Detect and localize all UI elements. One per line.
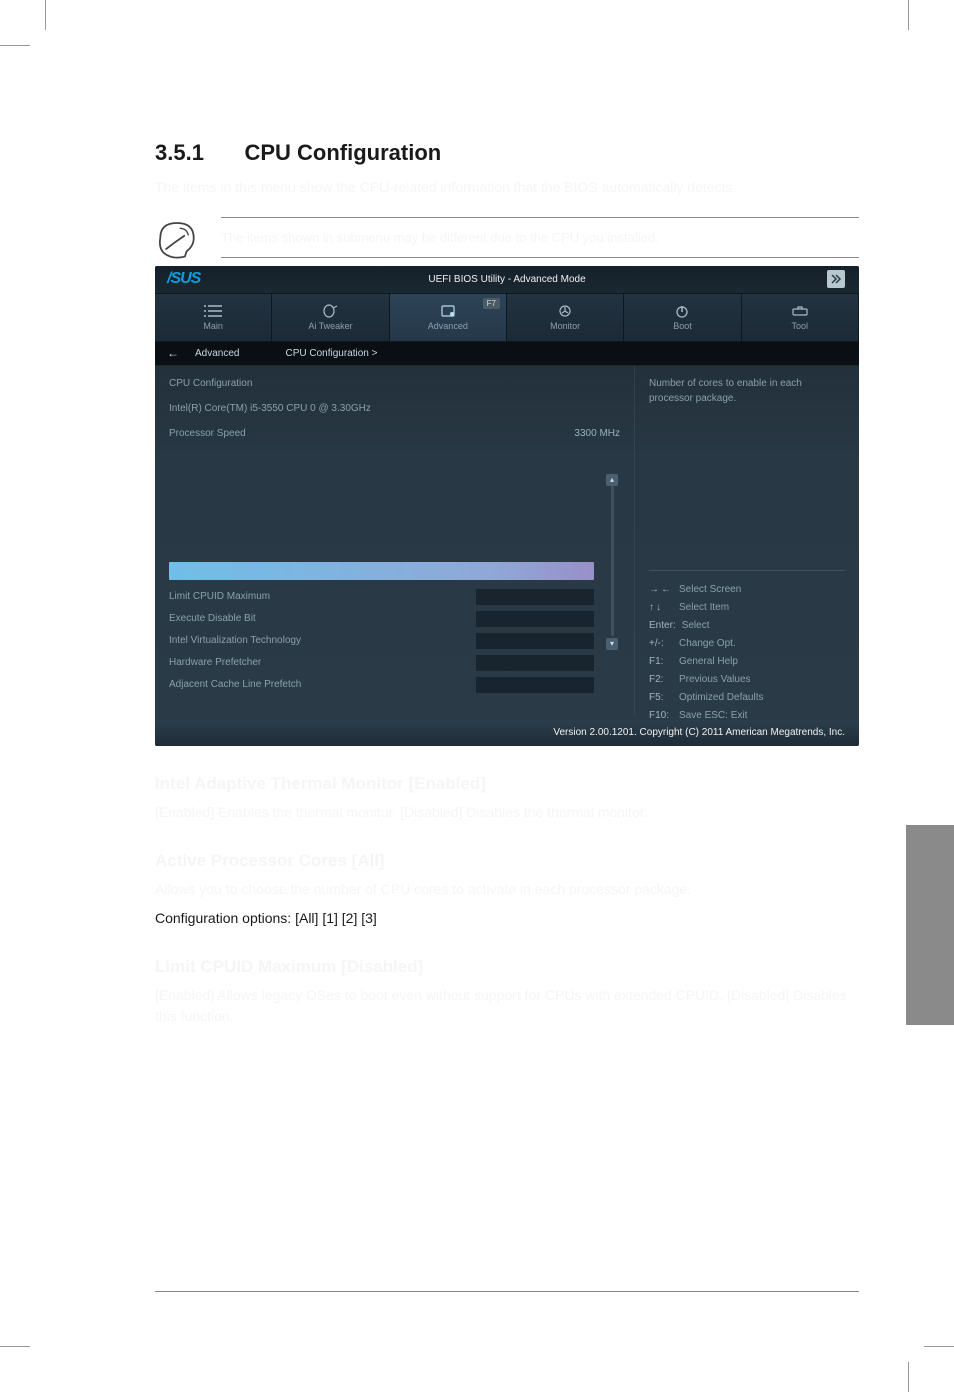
hotkey-key: F1: [649,653,673,671]
hotkey-row: +/-: Change Opt. [649,635,845,653]
option-value-box[interactable] [476,611,594,627]
subhead-cpuid: Limit CPUID Maximum [Disabled] [155,957,859,977]
info-label: Processor Speed [169,428,246,439]
hotkey-key: F5: [649,689,673,707]
option-label: Limit CPUID Maximum [169,591,270,602]
hotkey-desc: Select Item [679,599,729,617]
bios-right-panel: Number of cores to enable in each proces… [634,366,859,716]
tool-icon [788,303,812,319]
selection-highlight[interactable] [169,562,594,580]
tab-label: Boot [673,321,692,331]
fan-icon [553,303,577,319]
hotkey-key: ↑↓ [649,599,673,617]
option-row[interactable]: Adjacent Cache Line Prefetch [169,674,594,696]
scroll-up-icon[interactable]: ▴ [606,474,618,486]
tab-ai-tweaker[interactable]: Ai Tweaker [272,294,389,341]
hotkey-desc: General Help [679,653,738,671]
side-tab [906,825,954,1025]
power-icon [670,303,694,319]
option-row[interactable]: Hardware Prefetcher [169,652,594,674]
hotkey-desc: Select [682,617,710,635]
bios-main-area: CPU Configuration Intel(R) Core(TM) i5-3… [155,366,859,716]
help-text: Number of cores to enable in each proces… [649,376,845,571]
option-value-box[interactable] [476,655,594,671]
footer-rule [155,1291,859,1292]
shortcut-badge: F7 [483,298,500,309]
hotkey-row: F5: Optimized Defaults [649,689,845,707]
tab-label: Tool [792,321,809,331]
option-value-box[interactable] [476,677,594,693]
back-icon[interactable]: ← [167,346,179,360]
hotkey-row: F2: Previous Values [649,671,845,689]
cores-desc: Allows you to choose the number of CPU c… [155,879,859,900]
tab-main[interactable]: Main [155,294,272,341]
mouse-icon [318,303,342,319]
bios-left-panel: CPU Configuration Intel(R) Core(TM) i5-3… [155,366,634,716]
option-row[interactable]: Limit CPUID Maximum [169,586,594,608]
tab-boot[interactable]: Boot [624,294,741,341]
scroll-down-icon[interactable]: ▾ [606,638,618,650]
option-row[interactable]: Intel Virtualization Technology [169,630,594,652]
tab-label: Main [203,321,223,331]
section-heading: 3.5.1 CPU Configuration [155,140,859,166]
section-number: 3.5.1 [155,140,240,166]
subhead-active-cores: Active Processor Cores [All] [155,851,859,871]
breadcrumb-path: CPU Configuration > [285,348,377,359]
info-heading: CPU Configuration [169,374,620,393]
option-value-box[interactable] [476,589,594,605]
hotkey-row: Enter: Select [649,617,845,635]
option-row[interactable]: Execute Disable Bit [169,608,594,630]
tab-advanced[interactable]: F7 Advanced [390,294,507,341]
note-text: The items shown in submenu may be differ… [221,217,859,259]
info-value: 3300 MHz [574,428,620,439]
section-title: CPU Configuration [244,140,441,165]
option-label: Intel Virtualization Technology [169,635,301,646]
hotkey-key: →← [649,581,673,599]
tab-tool[interactable]: Tool [742,294,859,341]
hotkey-desc: Previous Values [679,671,751,689]
thermal-desc: [Enabled] Enables the thermal monitor. [… [155,802,859,823]
hotkey-row: F1: General Help [649,653,845,671]
subhead-thermal: Intel Adaptive Thermal Monitor [Enabled] [155,774,859,794]
hotkey-desc: Change Opt. [679,635,736,653]
list-icon [201,303,225,319]
hotkey-desc: Select Screen [679,581,741,599]
option-value-box[interactable] [476,633,594,649]
info-processor-speed: Processor Speed 3300 MHz [169,424,620,443]
info-label: CPU Configuration [169,378,252,389]
option-label: Hardware Prefetcher [169,657,261,668]
tab-label: Monitor [550,321,580,331]
breadcrumb: ← Advanced CPU Configuration > [155,342,859,366]
hotkey-row: →← Select Screen [649,581,845,599]
exit-button[interactable] [827,270,845,288]
hotkey-key: F2: [649,671,673,689]
scrollbar[interactable] [611,486,614,636]
tab-monitor[interactable]: Monitor [507,294,624,341]
option-label: Execute Disable Bit [169,613,256,624]
hotkey-desc: Optimized Defaults [679,689,763,707]
tab-label: Advanced [428,321,468,331]
bios-header: /SUS UEFI BIOS Utility - Advanced Mode [155,266,859,294]
bios-version: Version 2.00.1201. Copyright (C) 2011 Am… [553,727,845,738]
hotkey-list: →← Select Screen ↑↓ Select Item Enter: Sele… [649,571,845,743]
hotkey-row: ↑↓ Select Item [649,599,845,617]
tab-label: Ai Tweaker [308,321,352,331]
bios-tab-row: Main Ai Tweaker F7 Advanced Monitor [155,294,859,342]
bios-title: UEFI BIOS Utility - Advanced Mode [428,274,585,285]
bios-footer: Version 2.00.1201. Copyright (C) 2011 Am… [155,720,859,746]
cpuid-desc: [Enabled] Allows legacy OSes to boot eve… [155,985,859,1027]
section-description: The items in this menu show the CPU-rela… [155,178,859,198]
info-label: Intel(R) Core(TM) i5-3550 CPU 0 @ 3.30GH… [169,403,371,414]
hotkey-key: +/-: [649,635,673,653]
breadcrumb-root[interactable]: Advanced [195,348,239,359]
note-icon [155,216,199,260]
asus-logo: /SUS [167,270,200,288]
chip-icon [436,303,460,319]
note-box: The items shown in submenu may be differ… [155,216,859,260]
info-cpu-name: Intel(R) Core(TM) i5-3550 CPU 0 @ 3.30GH… [169,399,620,418]
bios-screenshot: /SUS UEFI BIOS Utility - Advanced Mode M… [155,266,859,746]
config-options: Configuration options: [All] [1] [2] [3] [155,908,859,929]
hotkey-key: Enter: [649,617,676,635]
option-label: Adjacent Cache Line Prefetch [169,679,301,690]
